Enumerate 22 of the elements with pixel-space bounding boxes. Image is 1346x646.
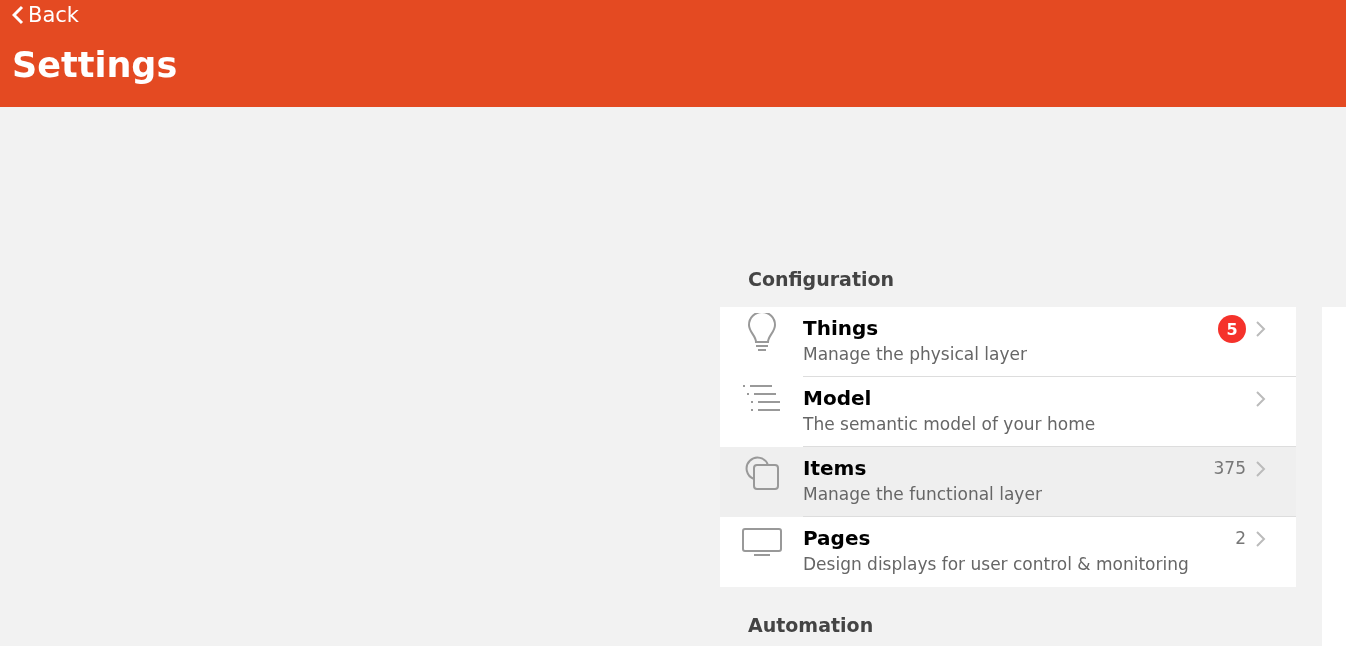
section-title: Configuration (747, 267, 896, 292)
page-title: Settings (12, 44, 179, 86)
notification-badge: 5 (1218, 315, 1246, 343)
chevron-right-icon (1256, 391, 1266, 407)
item-title: Items (803, 455, 868, 481)
list-icon (741, 383, 782, 413)
item-subtitle: Manage the functional layer (803, 483, 1043, 506)
item-subtitle: Design displays for user control & monitoring (803, 553, 1190, 576)
item-subtitle: Manage the physical layer (803, 343, 1028, 366)
item-count: 2 (1235, 527, 1246, 550)
item-title: Things (803, 315, 880, 341)
item-subtitle: The semantic model of your home (803, 413, 1097, 436)
chevron-left-icon (12, 5, 24, 25)
section-title: Automation (747, 613, 875, 638)
settings-item[interactable]: Items Manage the functional layer 375 (720, 447, 1296, 517)
back-link[interactable]: Back (12, 0, 79, 30)
chevron-right-icon (1256, 461, 1266, 477)
chevron-right-icon (1256, 321, 1266, 337)
item-count: 375 (1213, 457, 1246, 480)
item-title: Pages (803, 525, 872, 551)
item-title: Model (803, 385, 873, 411)
chevron-right-icon (1256, 531, 1266, 547)
